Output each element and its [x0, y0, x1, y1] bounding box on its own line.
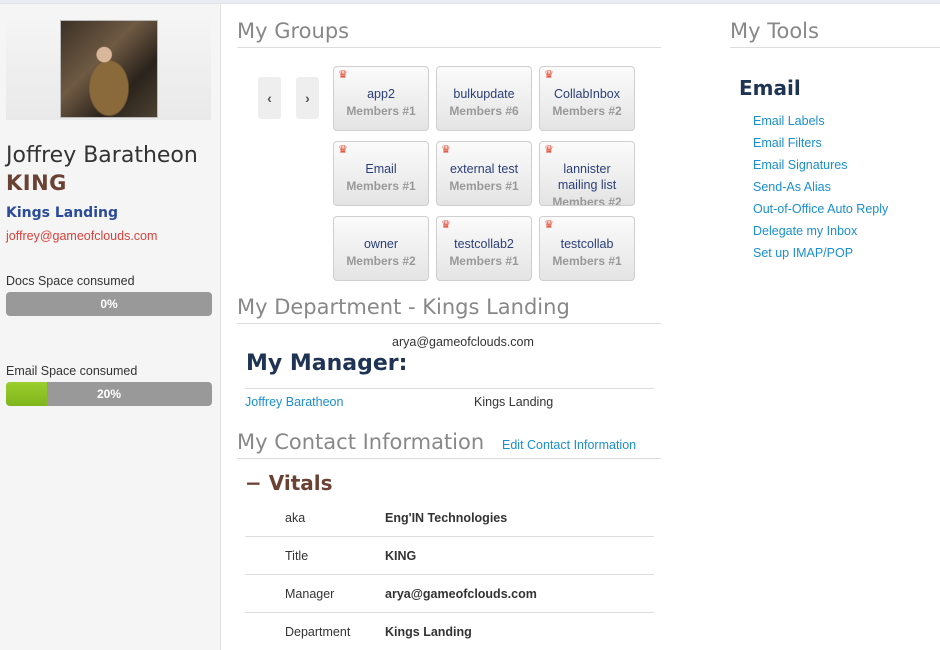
- group-name: testcollab: [560, 237, 614, 251]
- docs-space-value: 0%: [100, 297, 118, 311]
- groups-heading: My Groups: [237, 19, 661, 48]
- group-tile[interactable]: owner Members #2: [333, 216, 429, 281]
- group-tile[interactable]: ♛ app2 Members #1: [333, 66, 429, 131]
- vitals-value: KING: [385, 549, 417, 563]
- group-name: lannister mailing list: [557, 162, 617, 192]
- group-name: CollabInbox: [553, 87, 620, 101]
- manager-location: Kings Landing: [474, 395, 554, 409]
- vitals-row: Department Kings Landing: [245, 613, 654, 650]
- group-name: external test: [449, 162, 519, 176]
- group-members-count: Members #1: [449, 254, 519, 268]
- profile-email[interactable]: joffrey@gameofclouds.com: [6, 229, 157, 243]
- group-name: app2: [367, 87, 395, 101]
- tool-link[interactable]: Email Filters: [753, 132, 888, 154]
- email-space-value: 20%: [96, 387, 122, 401]
- tool-link[interactable]: Delegate my Inbox: [753, 220, 888, 242]
- group-tile[interactable]: ♛ testcollab2 Members #1: [436, 216, 532, 281]
- crown-icon: ♛: [544, 219, 554, 231]
- profile-location: Kings Landing: [6, 205, 118, 221]
- crown-icon: ♛: [441, 219, 451, 231]
- tool-link[interactable]: Out-of-Office Auto Reply: [753, 198, 888, 220]
- vitals-toggle[interactable]: − Vitals: [245, 471, 333, 495]
- group-name: bulkupdate: [453, 87, 515, 101]
- tools-email-links: Email Labels Email Filters Email Signature…: [753, 110, 888, 264]
- tools-email-heading: Email: [739, 76, 801, 100]
- group-name: Email: [365, 162, 397, 176]
- edit-contact-link[interactable]: Edit Contact Information: [502, 438, 636, 452]
- vitals-row: aka Eng'IN Technologies: [245, 499, 654, 537]
- avatar-container: [6, 16, 211, 120]
- group-name: testcollab2: [454, 237, 514, 251]
- avatar[interactable]: [60, 20, 158, 118]
- group-tile[interactable]: bulkupdate Members #6: [436, 66, 532, 131]
- group-members-count: Members #2: [552, 195, 622, 206]
- vitals-key: Manager: [285, 587, 335, 601]
- contact-heading-text: My Contact Information: [237, 430, 485, 454]
- manager-divider: [245, 388, 654, 389]
- crown-icon: ♛: [441, 144, 451, 156]
- group-members-count: Members #2: [346, 254, 416, 268]
- group-tile[interactable]: ♛ Email Members #1: [333, 141, 429, 206]
- vitals-key: Title: [285, 549, 309, 563]
- crown-icon: ♛: [544, 69, 554, 81]
- vitals-row: Manager arya@gameofclouds.com: [245, 575, 654, 613]
- group-tile[interactable]: ♛ lannister mailing list Members #2: [539, 141, 635, 206]
- vitals-value: arya@gameofclouds.com: [385, 587, 537, 601]
- group-members-count: Members #1: [346, 179, 416, 193]
- docs-space-label: Docs Space consumed: [6, 274, 135, 288]
- groups-next-button[interactable]: ›: [296, 77, 319, 119]
- department-heading: My Department - Kings Landing: [237, 295, 661, 324]
- tool-link[interactable]: Set up IMAP/POP: [753, 242, 888, 264]
- vitals-value: Eng'IN Technologies: [385, 511, 508, 525]
- profile-title: KING: [6, 171, 67, 195]
- manager-name-link[interactable]: Joffrey Baratheon: [245, 395, 343, 409]
- group-name: owner: [363, 237, 399, 251]
- vitals-key: Department: [285, 625, 351, 639]
- group-members-count: Members #1: [346, 104, 416, 118]
- tool-link[interactable]: Email Signatures: [753, 154, 888, 176]
- group-tile[interactable]: ♛ CollabInbox Members #2: [539, 66, 635, 131]
- group-members-count: Members #1: [449, 179, 519, 193]
- group-tile[interactable]: ♛ external test Members #1: [436, 141, 532, 206]
- crown-icon: ♛: [544, 144, 554, 156]
- group-tile[interactable]: ♛ testcollab Members #1: [539, 216, 635, 281]
- profile-name: Joffrey Baratheon: [6, 143, 198, 168]
- vitals-key: aka: [285, 511, 306, 525]
- email-space-meter: 20%: [6, 382, 212, 406]
- group-members-count: Members #2: [552, 104, 622, 118]
- email-space-label: Email Space consumed: [6, 364, 138, 378]
- tools-heading: My Tools: [730, 19, 940, 48]
- vitals-value: Kings Landing: [385, 625, 472, 639]
- group-members-count: Members #1: [552, 254, 622, 268]
- vitals-row: Title KING: [245, 537, 654, 575]
- crown-icon: ♛: [338, 144, 348, 156]
- tool-link[interactable]: Send-As Alias: [753, 176, 888, 198]
- groups-prev-button[interactable]: ‹: [258, 77, 281, 119]
- docs-space-meter: 0%: [6, 292, 212, 316]
- tool-link[interactable]: Email Labels: [753, 110, 888, 132]
- department-email: arya@gameofclouds.com: [392, 335, 534, 349]
- group-members-count: Members #6: [449, 104, 519, 118]
- manager-heading: My Manager:: [246, 351, 408, 376]
- crown-icon: ♛: [338, 69, 348, 81]
- groups-grid: ♛ app2 Members #1 bulkupdate Members #6 ♛ Coll…: [333, 66, 635, 281]
